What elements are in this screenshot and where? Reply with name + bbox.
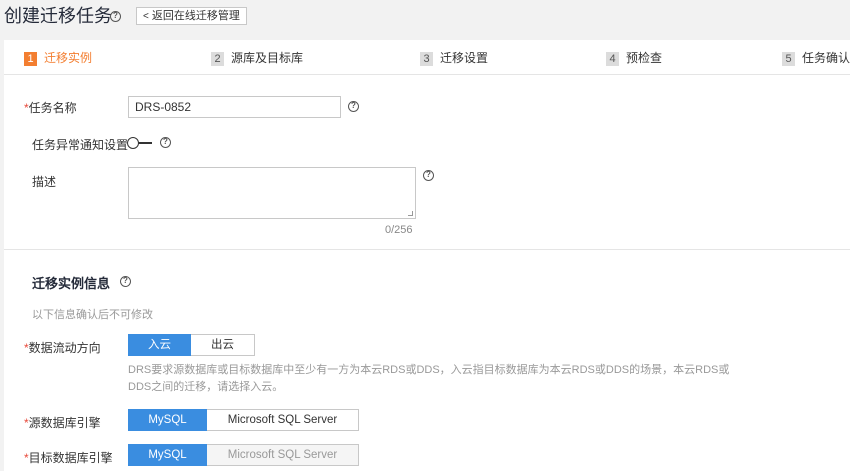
main-card: 1 迁移实例 2 源库及目标库 3 迁移设置 4 预检查 5 任务确认 *任务名称 ? 任… [4, 40, 850, 471]
step-label: 任务确认 [802, 51, 850, 65]
resize-handle-icon[interactable] [408, 211, 413, 216]
direction-label: *数据流动方向 [24, 339, 101, 356]
step-label: 迁移设置 [440, 51, 489, 65]
step-number: 2 [211, 52, 224, 66]
step-number: 4 [606, 52, 619, 66]
help-icon[interactable]: ? [423, 170, 434, 181]
direction-option-out[interactable]: 出云 [191, 334, 255, 356]
source-engine-label-text: 源数据库引擎 [28, 416, 101, 430]
page-header: 创建迁移任务 ? < 返回在线迁移管理 [0, 0, 850, 40]
step-3: 3 迁移设置 [420, 50, 488, 66]
back-button-label: 返回在线迁移管理 [151, 10, 240, 22]
direction-selector: 入云 出云 [128, 334, 255, 356]
step-number: 3 [420, 52, 433, 66]
notify-toggle[interactable] [127, 137, 153, 149]
chevron-left-icon: < [143, 11, 149, 22]
step-2: 2 源库及目标库 [211, 50, 303, 66]
back-button[interactable]: < 返回在线迁移管理 [136, 7, 247, 25]
step-5: 5 任务确认 [782, 50, 850, 66]
task-name-label: *任务名称 [24, 99, 77, 116]
step-label: 预检查 [626, 51, 663, 65]
target-option-sqlserver: Microsoft SQL Server [207, 444, 359, 466]
help-icon[interactable]: ? [120, 276, 131, 287]
target-engine-selector: MySQL Microsoft SQL Server [128, 444, 359, 466]
target-engine-label-text: 目标数据库引擎 [28, 451, 113, 465]
source-engine-label: *源数据库引擎 [24, 414, 101, 431]
task-name-input[interactable] [128, 96, 341, 118]
page-title: 创建迁移任务 [4, 6, 112, 26]
description-label: 描述 [32, 175, 57, 189]
section-divider [4, 249, 850, 250]
readonly-hint: 以下信息确认后不可修改 [32, 309, 153, 321]
direction-description: DRS要求源数据库或目标数据库中至少有一方为本云RDS或DDS，入云指目标数据库… [128, 364, 730, 393]
section-title: 迁移实例信息 [32, 276, 111, 291]
direction-label-text: 数据流动方向 [28, 341, 101, 355]
task-name-label-text: 任务名称 [28, 101, 77, 115]
source-option-sqlserver[interactable]: Microsoft SQL Server [207, 409, 359, 431]
target-engine-label: *目标数据库引擎 [24, 449, 113, 466]
target-option-mysql[interactable]: MySQL [128, 444, 207, 466]
source-engine-selector: MySQL Microsoft SQL Server [128, 409, 359, 431]
step-bar: 1 迁移实例 2 源库及目标库 3 迁移设置 4 预检查 5 任务确认 [4, 40, 850, 75]
description-textarea[interactable] [128, 167, 416, 219]
toggle-track [138, 142, 152, 144]
description-counter: 0/256 [385, 224, 413, 236]
source-option-mysql[interactable]: MySQL [128, 409, 207, 431]
step-label: 迁移实例 [44, 51, 93, 65]
direction-option-in[interactable]: 入云 [128, 334, 191, 356]
help-icon[interactable]: ? [348, 101, 359, 112]
help-icon[interactable]: ? [110, 11, 121, 22]
step-label: 源库及目标库 [231, 51, 304, 65]
notify-label: 任务异常通知设置 [32, 138, 129, 152]
step-4: 4 预检查 [606, 50, 662, 66]
step-1: 1 迁移实例 [24, 50, 92, 66]
step-number: 1 [24, 52, 37, 66]
step-number: 5 [782, 52, 795, 66]
help-icon[interactable]: ? [160, 137, 171, 148]
